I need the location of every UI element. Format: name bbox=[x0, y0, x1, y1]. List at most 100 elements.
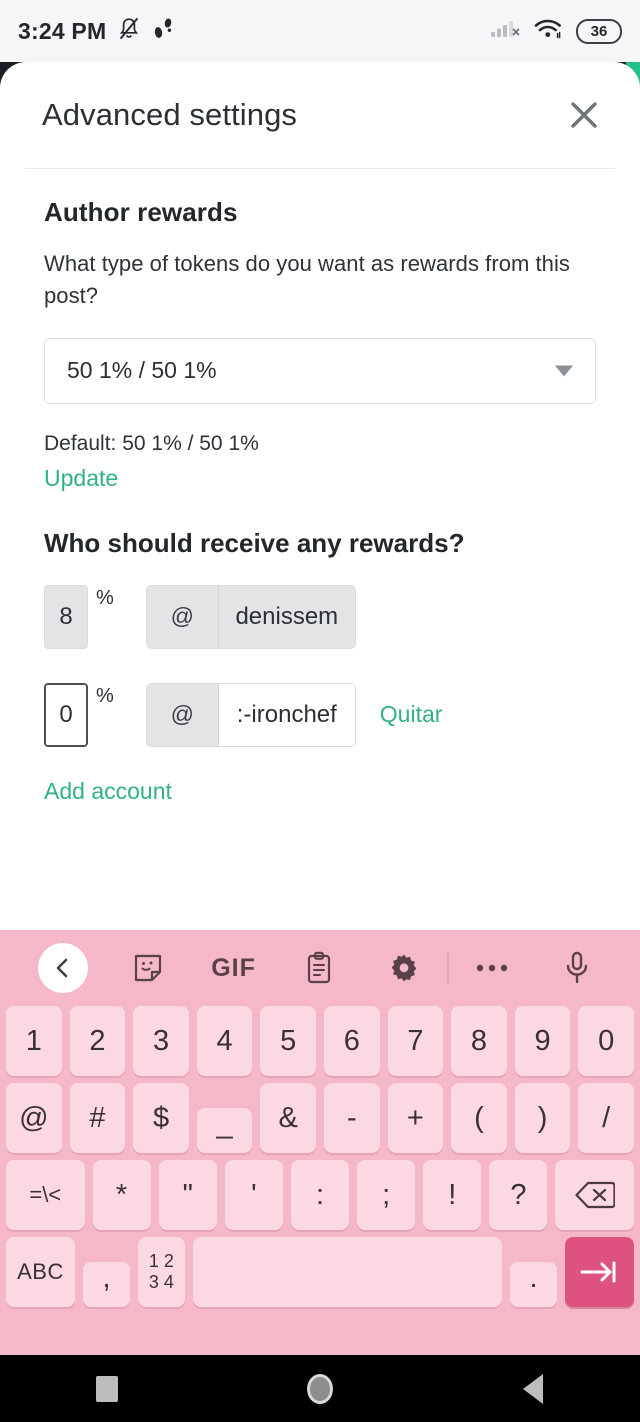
beneficiary-row: 0 % @ :-ironchef Quitar bbox=[44, 671, 596, 759]
keyboard-back-button[interactable] bbox=[20, 930, 105, 1006]
key-paren-open[interactable]: ( bbox=[451, 1083, 507, 1153]
key-dollar[interactable]: $ bbox=[133, 1083, 189, 1153]
home-button[interactable] bbox=[265, 1355, 375, 1422]
key-8[interactable]: 8 bbox=[451, 1006, 507, 1076]
more-options-button[interactable] bbox=[449, 930, 534, 1006]
keyboard-row-symbols-2: =\< * " ' : ; ! ? bbox=[0, 1160, 640, 1230]
keyboard-settings-button[interactable] bbox=[362, 930, 447, 1006]
key-hash[interactable]: # bbox=[69, 1083, 126, 1153]
keyboard-row-symbols-1: @ # $ _ & - + ( ) / bbox=[0, 1083, 640, 1153]
key-1[interactable]: 1 bbox=[6, 1006, 62, 1076]
key-exclamation[interactable]: ! bbox=[423, 1160, 482, 1230]
key-underscore[interactable]: _ bbox=[196, 1108, 253, 1153]
key-5[interactable]: 5 bbox=[260, 1006, 316, 1076]
key-question[interactable]: ? bbox=[489, 1160, 548, 1230]
at-sign-prefix: @ bbox=[145, 682, 218, 747]
voice-input-button[interactable] bbox=[535, 930, 620, 1006]
page-title: Advanced settings bbox=[42, 97, 298, 132]
close-icon bbox=[571, 102, 597, 128]
key-6[interactable]: 6 bbox=[324, 1006, 380, 1076]
on-screen-keyboard: GIF 1 2 3 4 5 6 7 8 9 0 @ # $ _ & - + (… bbox=[0, 930, 640, 1355]
status-bar-clock: 3:24 PM bbox=[18, 17, 107, 44]
chevron-down-icon bbox=[555, 365, 573, 377]
beneficiary-account-input[interactable]: :-ironchef bbox=[217, 682, 356, 747]
sheet-header: Advanced settings bbox=[0, 62, 640, 168]
key-abc-toggle[interactable]: ABC bbox=[6, 1237, 76, 1307]
keyboard-row-digits: 1 2 3 4 5 6 7 8 9 0 bbox=[0, 1006, 640, 1076]
key-2[interactable]: 2 bbox=[69, 1006, 126, 1076]
author-rewards-heading: Author rewards bbox=[44, 197, 238, 227]
clipboard-icon bbox=[307, 951, 331, 984]
key-3[interactable]: 3 bbox=[133, 1006, 189, 1076]
beneficiaries-heading: Who should receive any rewards? bbox=[44, 527, 465, 558]
key-single-quote[interactable]: ' bbox=[224, 1160, 283, 1230]
more-options-icon bbox=[476, 964, 508, 972]
key-symbols-toggle[interactable]: =\< bbox=[6, 1160, 85, 1230]
key-semicolon[interactable]: ; bbox=[357, 1160, 416, 1230]
gif-button[interactable]: GIF bbox=[191, 930, 276, 1006]
android-nav-bar bbox=[0, 1355, 640, 1422]
key-colon[interactable]: : bbox=[290, 1160, 350, 1230]
key-4[interactable]: 4 bbox=[196, 1006, 253, 1076]
status-bar: 3:24 PM 36 bbox=[0, 0, 640, 62]
key-7[interactable]: 7 bbox=[387, 1006, 444, 1076]
footsteps-icon bbox=[152, 16, 174, 47]
add-account-link[interactable]: Add account bbox=[44, 778, 172, 805]
key-0[interactable]: 0 bbox=[578, 1006, 634, 1076]
gif-icon: GIF bbox=[211, 953, 256, 982]
beneficiary-remove-link[interactable]: Quitar bbox=[380, 701, 443, 728]
advanced-settings-sheet: Advanced settings Author rewards What ty… bbox=[0, 62, 640, 930]
key-enter[interactable] bbox=[564, 1237, 634, 1307]
key-comma[interactable]: , bbox=[83, 1262, 130, 1307]
key-at[interactable]: @ bbox=[6, 1083, 62, 1153]
back-triangle-icon bbox=[523, 1373, 544, 1404]
status-bar-left: 3:24 PM bbox=[18, 16, 174, 47]
status-bar-right: 36 bbox=[490, 17, 622, 46]
keyboard-toolbar: GIF bbox=[0, 930, 640, 1006]
author-rewards-question: What type of tokens do you want as rewar… bbox=[44, 251, 570, 308]
key-9[interactable]: 9 bbox=[514, 1006, 571, 1076]
close-button[interactable] bbox=[558, 89, 610, 141]
sheet-body: Author rewards What type of tokens do yo… bbox=[0, 169, 640, 805]
gear-icon bbox=[391, 954, 417, 982]
battery-indicator: 36 bbox=[576, 18, 622, 44]
recents-button[interactable] bbox=[52, 1355, 162, 1422]
key-asterisk[interactable]: * bbox=[92, 1160, 151, 1230]
bell-off-icon bbox=[117, 16, 141, 47]
key-space[interactable] bbox=[192, 1237, 503, 1307]
clipboard-button[interactable] bbox=[276, 930, 361, 1006]
at-sign-prefix: @ bbox=[145, 584, 218, 649]
key-plus[interactable]: + bbox=[387, 1083, 444, 1153]
sticker-button[interactable] bbox=[105, 930, 190, 1006]
key-ampersand[interactable]: & bbox=[260, 1083, 316, 1153]
beneficiary-account-group: @ denissem bbox=[145, 584, 356, 649]
back-chevron-icon bbox=[37, 943, 88, 993]
wifi-icon bbox=[533, 17, 563, 46]
key-slash[interactable]: / bbox=[578, 1083, 634, 1153]
key-backspace[interactable] bbox=[555, 1160, 634, 1230]
key-numbers-bottom: 3 4 bbox=[148, 1272, 174, 1292]
home-circle-icon bbox=[306, 1373, 333, 1404]
beneficiary-percent-input[interactable]: 8 bbox=[44, 584, 88, 649]
beneficiary-account-group: @ :-ironchef bbox=[145, 682, 356, 747]
recents-square-icon bbox=[95, 1375, 118, 1402]
percent-sign-label: % bbox=[96, 586, 114, 609]
update-link[interactable]: Update bbox=[44, 465, 118, 492]
beneficiary-account-input[interactable]: denissem bbox=[217, 584, 356, 649]
key-paren-close[interactable]: ) bbox=[514, 1083, 571, 1153]
microphone-icon bbox=[567, 951, 588, 984]
rewards-default-text: Default: 50 1% / 50 1% bbox=[44, 431, 259, 455]
rewards-type-select[interactable]: 50 1% / 50 1% bbox=[44, 337, 596, 404]
key-numbers-toggle[interactable]: 1 2 3 4 bbox=[137, 1237, 185, 1307]
back-button[interactable] bbox=[478, 1355, 588, 1422]
backspace-icon bbox=[575, 1181, 615, 1209]
key-period[interactable]: . bbox=[510, 1262, 557, 1307]
cellular-no-sim-icon bbox=[490, 17, 520, 46]
beneficiary-percent-input[interactable]: 0 bbox=[44, 682, 88, 747]
key-hyphen[interactable]: - bbox=[324, 1083, 380, 1153]
beneficiary-row: 8 % @ denissem bbox=[44, 573, 596, 661]
keyboard-row-bottom: ABC , 1 2 3 4 . bbox=[0, 1237, 640, 1307]
key-double-quote[interactable]: " bbox=[158, 1160, 217, 1230]
key-numbers-top: 1 2 bbox=[148, 1251, 174, 1272]
rewards-type-value: 50 1% / 50 1% bbox=[67, 357, 217, 384]
